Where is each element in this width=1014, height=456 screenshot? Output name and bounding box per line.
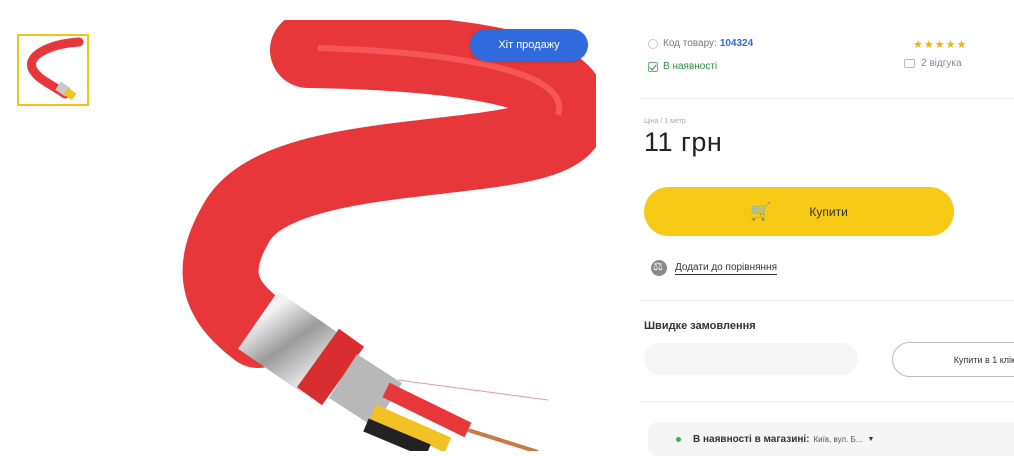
phone-input[interactable] (644, 343, 858, 375)
check-icon (648, 61, 658, 72)
code-icon (648, 38, 658, 49)
bestseller-badge: Хіт продажу (470, 29, 588, 61)
quick-buy-button[interactable]: Купити в 1 клік (892, 342, 1014, 377)
compare-label: Додати до порівняння (675, 261, 777, 275)
availability-dot-icon (676, 436, 681, 442)
buy-button[interactable]: 🛒 Купити (644, 187, 954, 236)
buy-button-label: Купити (809, 204, 848, 219)
cart-icon: 🛒 (750, 201, 772, 221)
availability-label: В наявності в магазині: (693, 433, 810, 445)
comment-icon (904, 59, 915, 68)
product-code-row: Код товару: 104324 (648, 38, 753, 49)
chevron-down-icon[interactable]: ▼ (867, 436, 874, 443)
product-price: 11 грн (644, 127, 723, 157)
quick-order-title: Швидке замовлення (644, 320, 756, 332)
reviews-count: 2 відгука (921, 58, 962, 69)
divider (640, 300, 1014, 301)
cable-thumbnail-image (27, 37, 84, 101)
stock-status: В наявності (663, 61, 718, 72)
product-info-panel: Код товару: 104324 В наявності ★★★★★ 2 в… (640, 0, 1014, 456)
divider (640, 401, 1014, 402)
cable-image (182, 20, 596, 451)
store-select[interactable]: Київ, вул. Б... (813, 435, 862, 444)
product-main-image[interactable] (118, 20, 596, 451)
add-to-compare-link[interactable]: Додати до порівняння (651, 260, 777, 276)
product-thumbnail[interactable] (17, 34, 89, 106)
rating-stars[interactable]: ★★★★★ (913, 38, 967, 51)
reviews-link[interactable]: 2 відгука (904, 58, 962, 69)
stock-status-row: В наявності (648, 61, 717, 72)
quick-buy-label: Купити в 1 клік (953, 354, 1014, 365)
compare-icon (651, 260, 667, 276)
product-code-label: Код товару: (663, 38, 717, 49)
divider (640, 98, 1014, 99)
price-label: Ціна / 1 метр (644, 118, 686, 125)
product-code-value: 104324 (719, 38, 754, 49)
